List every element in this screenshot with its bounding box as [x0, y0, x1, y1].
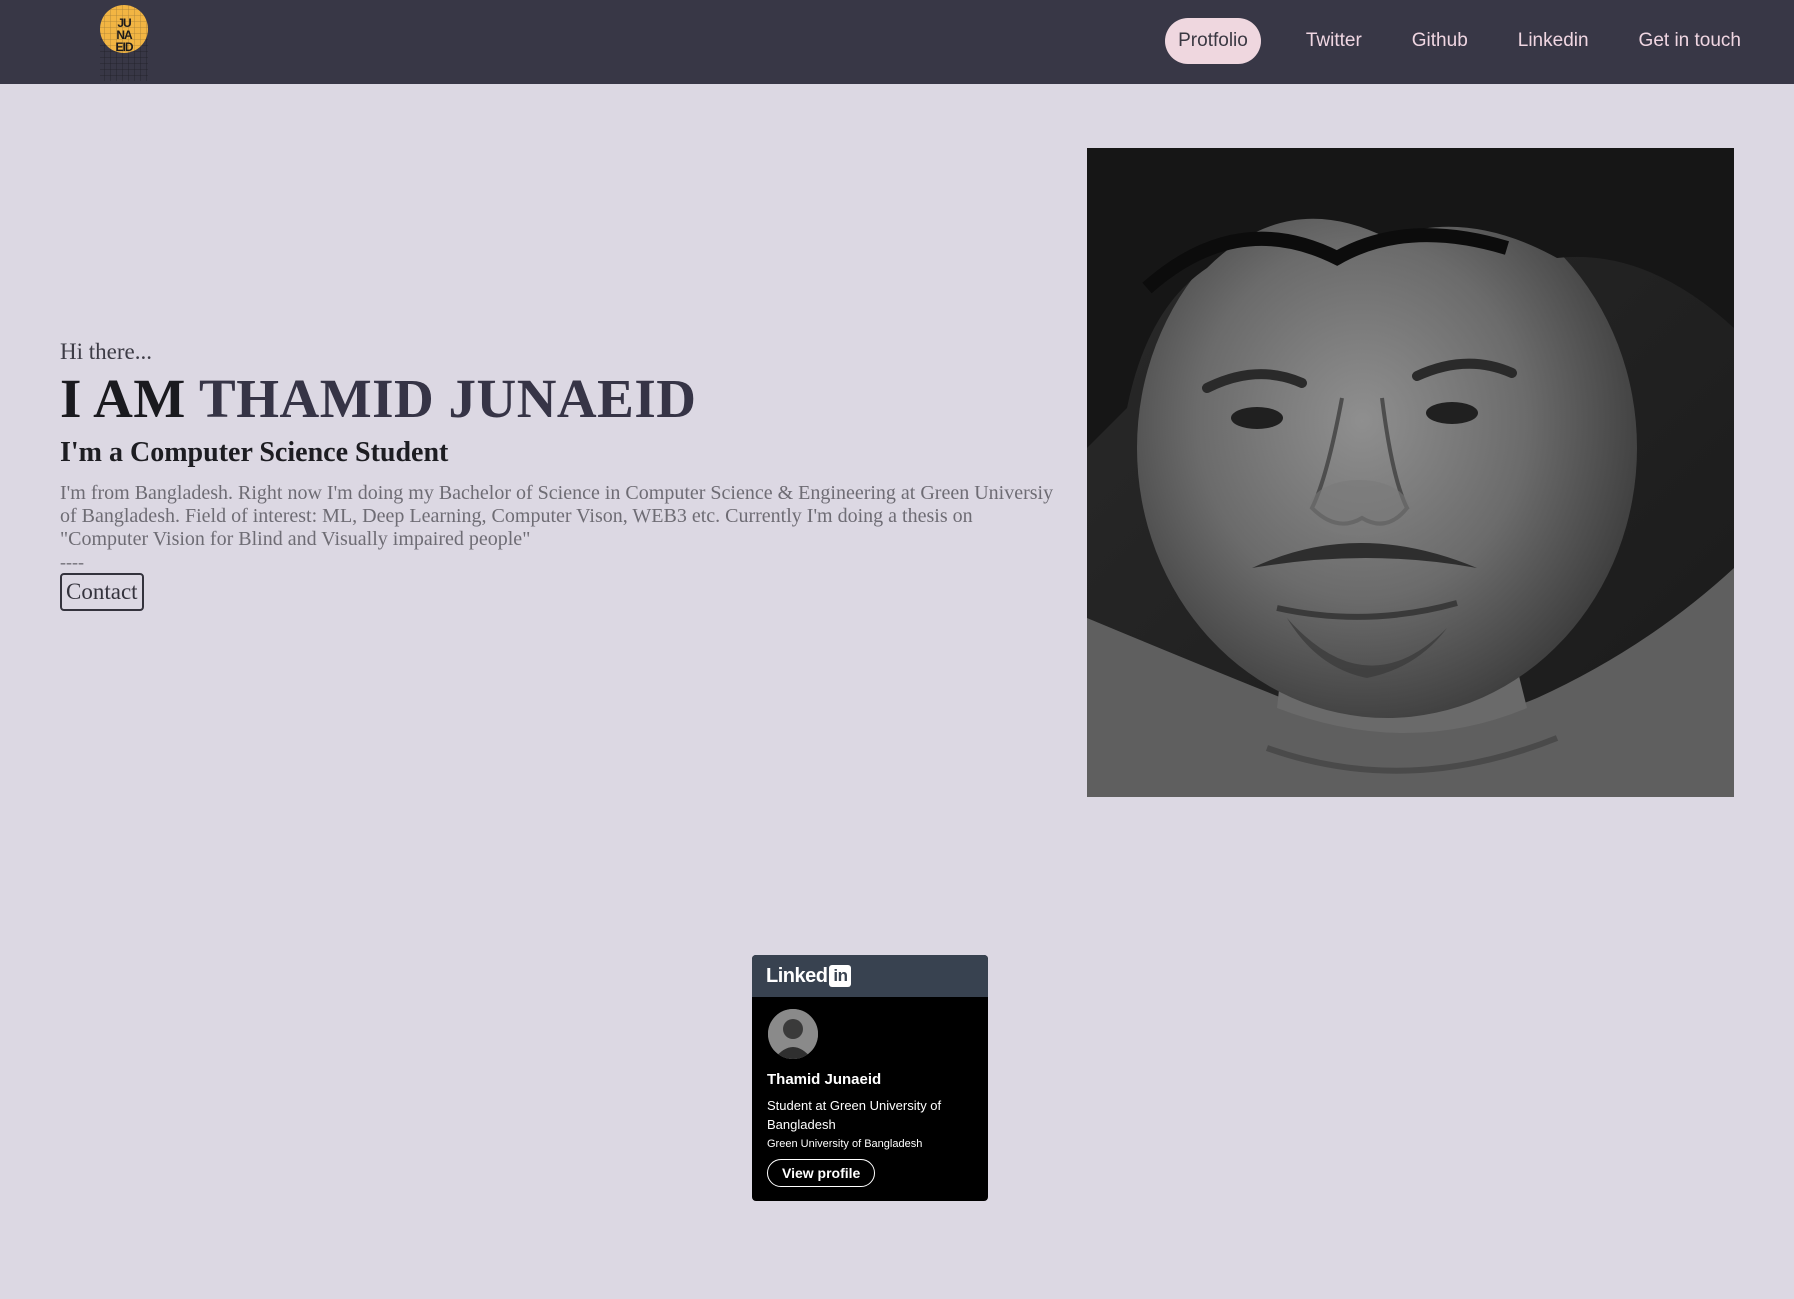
hero-divider: ----	[60, 552, 84, 572]
avatar	[768, 1009, 818, 1059]
linkedin-in-icon: in	[829, 965, 852, 987]
headline-prefix: I AM	[60, 368, 200, 429]
badge-header: Linked in	[752, 955, 988, 997]
hero-subtitle: I'm a Computer Science Student	[60, 437, 449, 468]
nav-github[interactable]: Github	[1399, 18, 1481, 64]
nav-get-in-touch[interactable]: Get in touch	[1626, 18, 1754, 64]
badge-company[interactable]: Green University of Bangladesh	[767, 1138, 922, 1150]
hero-bio: I'm from Bangladesh. Right now I'm doing…	[60, 482, 1054, 550]
nav-portfolio[interactable]: Protfolio	[1165, 18, 1261, 64]
linkedin-badge[interactable]: Linked in Thamid Junaeid Student at Green…	[752, 955, 988, 1201]
linkedin-logo: Linked in	[766, 964, 852, 988]
avatar-image	[768, 1009, 818, 1059]
profile-photo	[1087, 148, 1734, 797]
site-logo[interactable]: JU NA EID	[98, 3, 150, 81]
headline-name: THAMID JUNAEID	[199, 368, 697, 429]
navbar: JU NA EID Protfolio Twitter Github Linke…	[0, 0, 1794, 84]
hero-headline: I AM THAMID JUNAEID	[60, 368, 1060, 430]
view-profile-button[interactable]: View profile	[767, 1159, 876, 1187]
logo-text: JU NA EID	[115, 16, 133, 54]
linkedin-logo-text: Linked	[766, 964, 828, 987]
portrait-image	[1087, 148, 1734, 797]
badge-name[interactable]: Thamid Junaeid	[767, 1071, 881, 1088]
main-nav: Protfolio Twitter Github Linkedin Get in…	[1165, 18, 1754, 64]
badge-headline: Student at Green University of Banglades…	[767, 1098, 942, 1132]
nav-twitter[interactable]: Twitter	[1293, 18, 1375, 64]
contact-button[interactable]: Contact	[60, 573, 144, 611]
hero-greeting: Hi there...	[60, 339, 152, 364]
hero-section: Hi there... I AM THAMID JUNAEID I'm a Co…	[60, 338, 1060, 611]
nav-linkedin[interactable]: Linkedin	[1505, 18, 1602, 64]
